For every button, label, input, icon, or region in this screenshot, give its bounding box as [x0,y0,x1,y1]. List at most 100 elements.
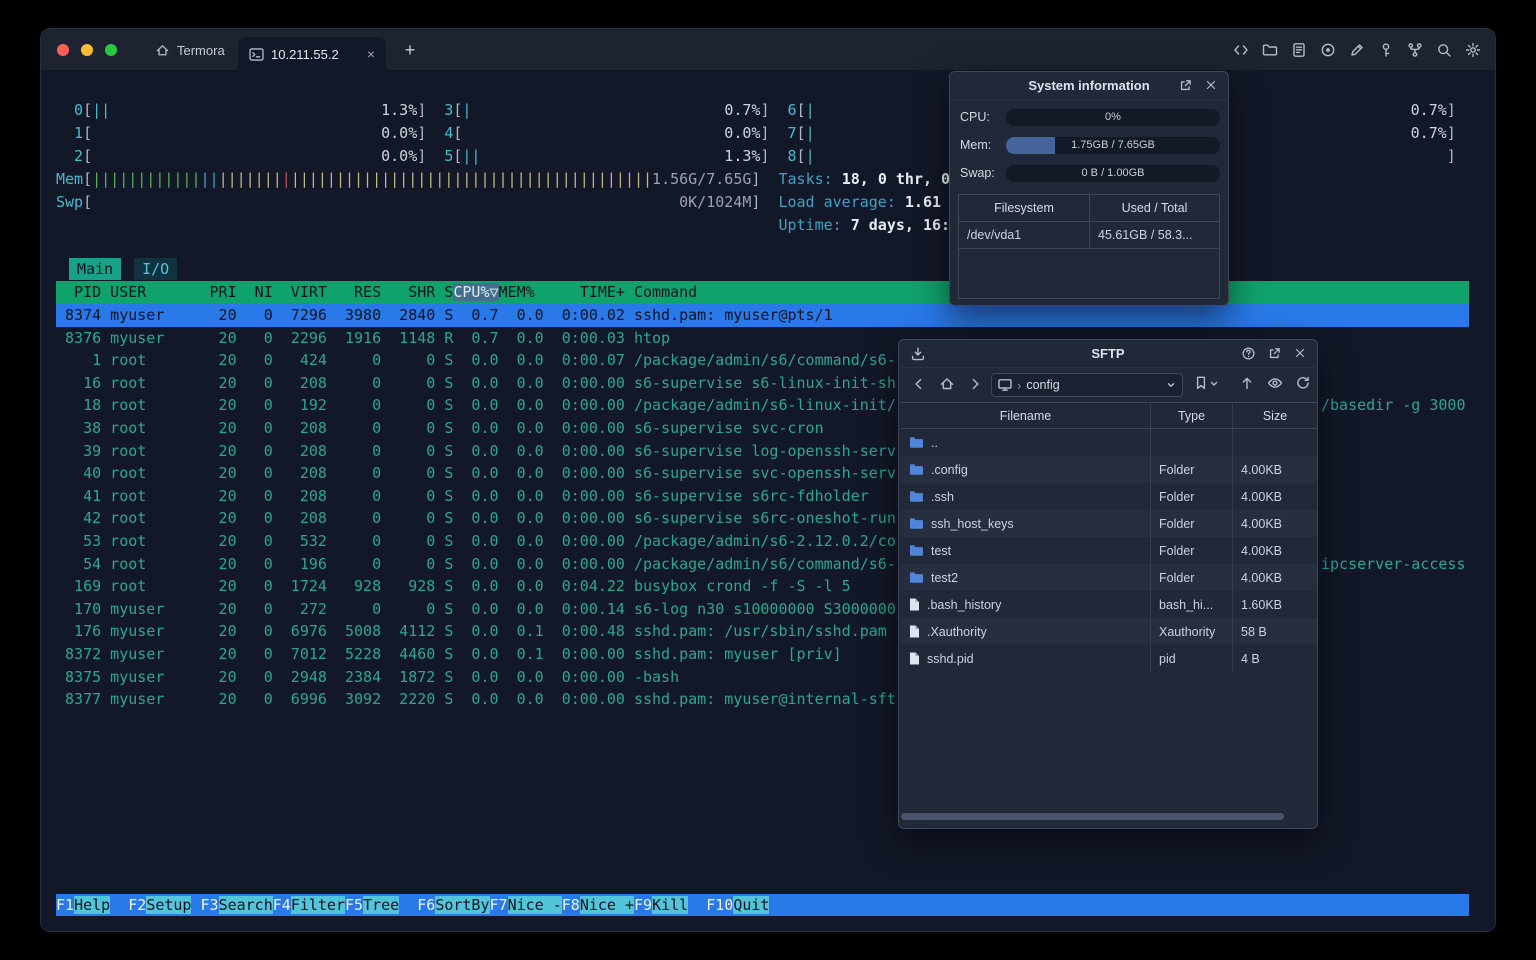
tab-termora[interactable]: Termora [141,29,239,71]
fkey-label[interactable]: Setup [146,896,192,914]
fkey-label[interactable]: Kill [652,896,689,914]
help-icon[interactable] [1241,346,1256,361]
branch-icon[interactable] [1407,42,1423,58]
column-header-size[interactable]: Size [1232,403,1317,428]
fkey-label[interactable]: Quit [733,896,770,914]
folder-icon [909,571,924,584]
tasks-icon[interactable] [1291,42,1307,58]
record-icon[interactable] [1320,42,1336,58]
file-row[interactable]: .Xauthority Xauthority 58 B [901,618,1317,645]
filesystem-row: /dev/vda1 45.61GB / 58.3... [959,222,1219,249]
path-segment[interactable]: config [1026,378,1059,392]
htop-tab-io[interactable]: I/O [134,258,178,280]
close-icon[interactable] [1204,78,1218,93]
forward-icon[interactable] [967,376,983,392]
fkey-label[interactable]: Help [74,896,111,914]
cpu-meter-id: 4 [426,124,454,142]
key-icon[interactable] [1378,42,1394,58]
close-tab-icon[interactable]: × [367,46,375,62]
tab-session[interactable]: 10.211.55.2 × [238,37,386,71]
open-in-window-icon[interactable] [1267,346,1282,361]
code-icon[interactable] [1233,42,1249,58]
meter-space [110,101,381,119]
fkey-number[interactable]: F8 [562,896,580,914]
file-name: sshd.pid [927,651,974,666]
fkey-label[interactable]: Filter [290,896,345,914]
file-row[interactable]: test Folder 4.00KB [901,537,1317,564]
settings-icon[interactable] [1465,42,1481,58]
chevron-down-icon[interactable] [1166,380,1176,390]
mem-ticks: |||||||||||||||||||||||||||||||||||||||| [290,170,653,188]
fkey-number[interactable]: F7 [490,896,508,914]
file-name: .Xauthority [927,624,987,639]
minimize-window-button[interactable] [81,44,93,56]
refresh-icon[interactable] [1295,375,1311,391]
fkey-label[interactable]: Search [218,896,273,914]
up-directory-icon[interactable] [1239,375,1255,391]
file-type: bash_hi... [1150,591,1232,618]
file-row[interactable]: .config Folder 4.00KB [901,456,1317,483]
fkey-number[interactable]: F1 [56,896,74,914]
horizontal-scrollbar[interactable] [901,813,1317,820]
bookmark-caret-icon[interactable] [1210,380,1218,388]
cpu-label: CPU: [960,110,990,124]
fkey-label[interactable]: SortBy [435,896,490,914]
terminal-icon [249,47,264,61]
cpu-meter-id: 2 [56,147,84,165]
column-header-type[interactable]: Type [1150,403,1232,428]
back-icon[interactable] [911,376,927,392]
close-icon[interactable] [1293,346,1307,361]
fkey-number[interactable]: F3 [201,896,219,914]
folder-icon [909,490,924,503]
fkey-number[interactable]: F9 [634,896,652,914]
open-in-window-icon[interactable] [1178,78,1193,93]
fkey-number[interactable]: F5 [345,896,363,914]
traffic-lights [57,44,117,56]
fkey-label[interactable]: Nice - [507,896,562,914]
zoom-window-button[interactable] [105,44,117,56]
file-size: 4 B [1232,645,1317,672]
search-icon[interactable] [1436,42,1452,58]
column-headers: MEM% TIME+ Command [498,283,698,301]
file-row[interactable]: test2 Folder 4.00KB [901,564,1317,591]
download-icon[interactable] [910,346,926,362]
fkey-label[interactable]: Nice + [579,896,634,914]
mem-usage-row: Mem: 1.75GB / 7.65GB [960,136,1220,154]
home-icon [156,44,169,55]
file-table-header[interactable]: Filename Type Size [901,402,1317,429]
system-information-panel: System information CPU: 0% Mem: 1.75GB /… [949,71,1229,306]
file-size: 4.00KB [1232,564,1317,591]
meter-space [471,101,724,119]
file-row[interactable]: ssh_host_keys Folder 4.00KB [901,510,1317,537]
meter-bracket: ] [417,101,427,119]
folder-icon[interactable] [1262,42,1278,58]
file-row[interactable]: .ssh Folder 4.00KB [901,483,1317,510]
meter-bracket: ] [1446,147,1456,165]
fkey-number[interactable]: F10 [706,896,733,914]
fkey-number[interactable]: F4 [273,896,291,914]
path-breadcrumb[interactable]: › config [991,373,1183,397]
fkey-number[interactable]: F6 [417,896,435,914]
column-header-filename[interactable]: Filename [901,403,1150,428]
file-row[interactable]: sshd.pid pid 4 B [901,645,1317,672]
fkey-number[interactable]: F2 [128,896,146,914]
htop-tab-main[interactable]: Main [69,258,122,280]
fkey-label[interactable]: Tree [363,896,400,914]
meter-space [480,147,724,165]
edit-icon[interactable] [1349,42,1365,58]
tasks-label: Tasks: [778,170,842,188]
home-icon[interactable] [939,376,955,392]
show-hidden-eye-icon[interactable] [1267,375,1283,391]
new-tab-button[interactable]: + [397,37,423,63]
process-table-header[interactable]: PID USER PRI NI VIRT RES SHR SCPU%▽MEM% … [56,281,1469,304]
bookmark-icon[interactable] [1193,375,1209,391]
folder-icon [909,517,924,530]
process-row[interactable]: 8374 myuser 20 0 7296 3980 2840 S 0.7 0.… [56,304,1469,327]
file-row[interactable]: .bash_history bash_hi... 1.60KB [901,591,1317,618]
file-row[interactable]: .. [901,429,1317,456]
close-window-button[interactable] [57,44,69,56]
scrollbar-thumb[interactable] [901,813,1284,820]
file-type: Folder [1150,456,1232,483]
sort-column-cpu[interactable]: CPU%▽ [453,283,499,301]
